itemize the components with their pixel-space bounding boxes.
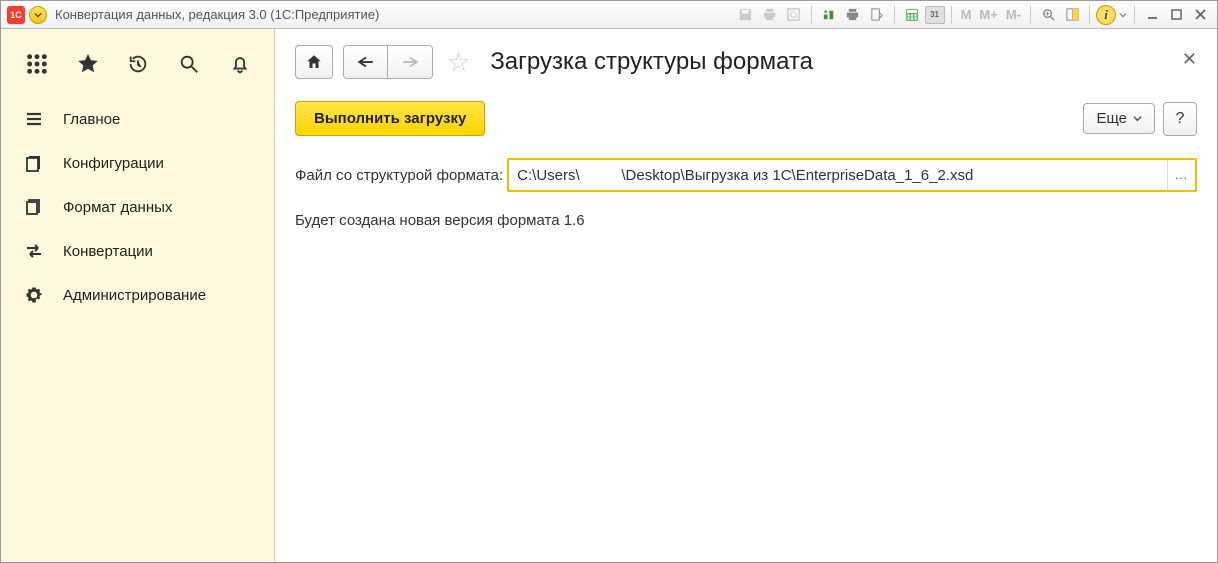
forward-button [388, 46, 432, 78]
nav-label: Формат данных [63, 199, 172, 216]
separator [1030, 6, 1031, 24]
more-label: Еще [1096, 110, 1127, 127]
file-row: Файл со структурой формата: ... [295, 158, 1197, 192]
nav-label: Администрирование [63, 287, 206, 304]
gear-icon [23, 284, 45, 306]
memory-mplus-button[interactable]: M+ [976, 4, 1000, 26]
print2-icon[interactable] [842, 4, 864, 26]
close-button[interactable] [1189, 4, 1211, 26]
main-content: ✕ ☆ Загрузка структуры формата Выполнить… [275, 29, 1217, 562]
help-button[interactable]: ? [1163, 102, 1197, 136]
info-dropdown[interactable] [1118, 4, 1128, 26]
layout-icon[interactable] [1061, 4, 1083, 26]
nav-label: Конвертации [63, 243, 153, 260]
nav-back-forward [343, 45, 433, 79]
stack-icon [23, 152, 45, 174]
notifications-bell-icon[interactable] [225, 49, 254, 79]
separator [1089, 6, 1090, 24]
main-toolbar: ☆ Загрузка структуры формата [295, 45, 1197, 79]
page-close-button[interactable]: ✕ [1182, 49, 1197, 70]
calculator-icon[interactable] [901, 4, 923, 26]
file-field-label: Файл со структурой формата: [295, 167, 503, 184]
nav-item-configurations[interactable]: Конфигурации [1, 141, 274, 185]
page-title: Загрузка структуры формата [490, 48, 813, 76]
nav-label: Конфигурации [63, 155, 164, 172]
more-menu-button[interactable]: Еще [1083, 103, 1155, 134]
history-icon[interactable] [124, 49, 153, 79]
separator [951, 6, 952, 24]
list-icon [23, 108, 45, 130]
sidebar-top-icons [1, 39, 274, 97]
memory-m-button[interactable]: M [958, 4, 975, 26]
nav-item-main[interactable]: Главное [1, 97, 274, 141]
favorite-star-icon[interactable]: ☆ [447, 47, 470, 78]
copies-icon [23, 196, 45, 218]
separator [894, 6, 895, 24]
separator [811, 6, 812, 24]
window-title: Конвертация данных, редакция 3.0 (1С:Пре… [55, 7, 379, 22]
zoom-icon[interactable] [1037, 4, 1059, 26]
title-bar: 1C Конвертация данных, редакция 3.0 (1С:… [1, 1, 1217, 29]
search-icon[interactable] [175, 49, 204, 79]
preview-icon [783, 4, 805, 26]
browse-button[interactable]: ... [1167, 160, 1195, 190]
back-button[interactable] [344, 46, 388, 78]
home-button[interactable] [295, 45, 333, 79]
system-menu-dropdown[interactable] [29, 6, 47, 24]
chevron-down-icon [34, 11, 42, 19]
info-button[interactable]: i [1096, 5, 1116, 25]
nav-label: Главное [63, 111, 120, 128]
file-input-wrapper: ... [507, 158, 1197, 192]
chevron-down-icon [1133, 114, 1142, 123]
run-load-button[interactable]: Выполнить загрузку [295, 101, 485, 136]
sidebar: Главное Конфигурации Формат данных Конве… [1, 29, 275, 562]
app-logo: 1C [7, 6, 25, 24]
status-text: Будет создана новая версия формата 1.6 [295, 212, 1197, 229]
apps-grid-icon[interactable] [23, 49, 52, 79]
favorites-star-icon[interactable] [74, 49, 103, 79]
doc-nav-icon[interactable] [866, 4, 888, 26]
minimize-button[interactable] [1141, 4, 1163, 26]
sidebar-nav: Главное Конфигурации Формат данных Конве… [1, 97, 274, 317]
file-path-input[interactable] [509, 167, 1167, 184]
swap-icon [23, 240, 45, 262]
action-row: Выполнить загрузку Еще ? [295, 101, 1197, 136]
calendar-icon[interactable]: 31 [925, 6, 945, 24]
print-icon [759, 4, 781, 26]
memory-mminus-button[interactable]: M- [1003, 4, 1024, 26]
nav-item-conversions[interactable]: Конвертации [1, 229, 274, 273]
title-toolbar: 31 M M+ M- i [735, 4, 1211, 26]
nav-item-administration[interactable]: Администрирование [1, 273, 274, 317]
maximize-button[interactable] [1165, 4, 1187, 26]
save-icon [735, 4, 757, 26]
separator [1134, 6, 1135, 24]
compare-icon[interactable] [818, 4, 840, 26]
nav-item-format[interactable]: Формат данных [1, 185, 274, 229]
